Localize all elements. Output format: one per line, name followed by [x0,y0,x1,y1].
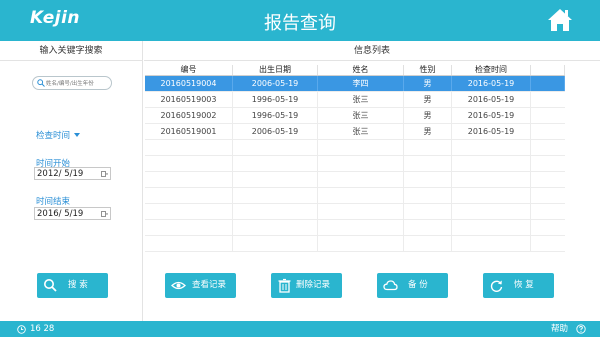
table-row-empty [145,204,565,220]
cell-gender: 男 [404,92,452,107]
search-panel-title: 输入关键字搜索 [0,41,142,61]
column-header[interactable]: 性别 [404,65,452,75]
table-row-empty [145,156,565,172]
cell-gender: 男 [404,124,452,139]
backup-button[interactable]: 备 份 [377,273,448,298]
table-row-empty [145,172,565,188]
help-icon[interactable] [576,324,586,334]
cell-gender: 男 [404,76,452,91]
table-row[interactable]: 20160519001 2006-05-19 张三 男 2016-05-19 [145,124,565,140]
help-link[interactable]: 帮助 [551,323,568,335]
table-row-empty [145,188,565,204]
search-button[interactable]: 搜 索 [37,273,108,298]
delete-records-label: 删除记录 [296,280,331,290]
start-date-picker[interactable]: 2012/ 5/19 [34,167,111,180]
caret-down-icon [74,133,81,137]
cell-exam-date: 2016-05-19 [452,76,531,91]
clock-icon [17,325,26,334]
end-date-value: 2016/ 5/19 [37,209,84,219]
delete-records-button[interactable]: 删除记录 [271,273,342,298]
cell-birthdate: 2006-05-19 [233,124,318,139]
home-icon[interactable] [547,7,573,33]
cell-id: 20160519004 [145,76,233,91]
search-button-label: 搜 索 [68,280,88,290]
table-header-row: 编号 出生日期 姓名 性别 检查时间 [145,65,565,76]
table-row-empty [145,140,565,156]
backup-label: 备 份 [408,280,428,290]
trash-icon [278,278,291,293]
status-bar: 16 28 帮助 [0,321,600,337]
cell-gender: 男 [404,108,452,123]
cell-name: 李四 [318,76,404,91]
cell-exam-date: 2016-05-19 [452,124,531,139]
cell-birthdate: 1996-05-19 [233,92,318,107]
cell-empty [531,108,565,123]
search-icon [44,279,57,292]
column-header[interactable]: 姓名 [318,65,404,75]
table-row[interactable]: 20160519002 1996-05-19 张三 男 2016-05-19 [145,108,565,124]
filter-label: 检查时间 [36,131,71,141]
column-header[interactable]: 出生日期 [233,65,318,75]
records-table: 编号 出生日期 姓名 性别 检查时间 20160519004 2006-05-1… [145,65,565,252]
restore-label: 恢 复 [514,280,534,290]
end-time-label: 时间结束 [36,197,71,207]
search-icon [37,79,45,87]
view-records-label: 查看记录 [192,280,227,290]
column-header [531,65,565,75]
cell-empty [531,92,565,107]
filter-dropdown[interactable]: 检查时间 [36,129,81,141]
clock-time: 16 28 [30,324,55,334]
cell-id: 20160519002 [145,108,233,123]
cell-empty [531,76,565,91]
cell-exam-date: 2016-05-19 [452,92,531,107]
cell-birthdate: 2006-05-19 [233,76,318,91]
cloud-icon [383,280,398,291]
end-date-picker[interactable]: 2016/ 5/19 [34,207,111,220]
refresh-icon [490,280,503,292]
calendar-icon[interactable] [101,171,108,177]
calendar-icon[interactable] [101,211,108,217]
table-row[interactable]: 20160519004 2006-05-19 李四 男 2016-05-19 [145,76,565,92]
cell-empty [531,124,565,139]
search-field[interactable] [32,76,112,90]
table-row[interactable]: 20160519003 1996-05-19 张三 男 2016-05-19 [145,92,565,108]
cell-birthdate: 1996-05-19 [233,108,318,123]
info-list-title: 信息列表 [144,41,600,61]
start-date-value: 2012/ 5/19 [37,169,84,179]
search-input[interactable] [46,78,110,89]
cell-id: 20160519003 [145,92,233,107]
cell-name: 张三 [318,92,404,107]
table-row-empty [145,236,565,252]
table-row-empty [145,220,565,236]
cell-exam-date: 2016-05-19 [452,108,531,123]
cell-id: 20160519001 [145,124,233,139]
column-header[interactable]: 编号 [145,65,233,75]
page-title: 报告查询 [264,13,336,34]
view-records-button[interactable]: 查看记录 [165,273,236,298]
restore-button[interactable]: 恢 复 [483,273,554,298]
column-header[interactable]: 检查时间 [452,65,531,75]
eye-icon [171,281,186,290]
header-bar: Kejin 报告查询 [0,0,600,41]
cell-name: 张三 [318,124,404,139]
cell-name: 张三 [318,108,404,123]
